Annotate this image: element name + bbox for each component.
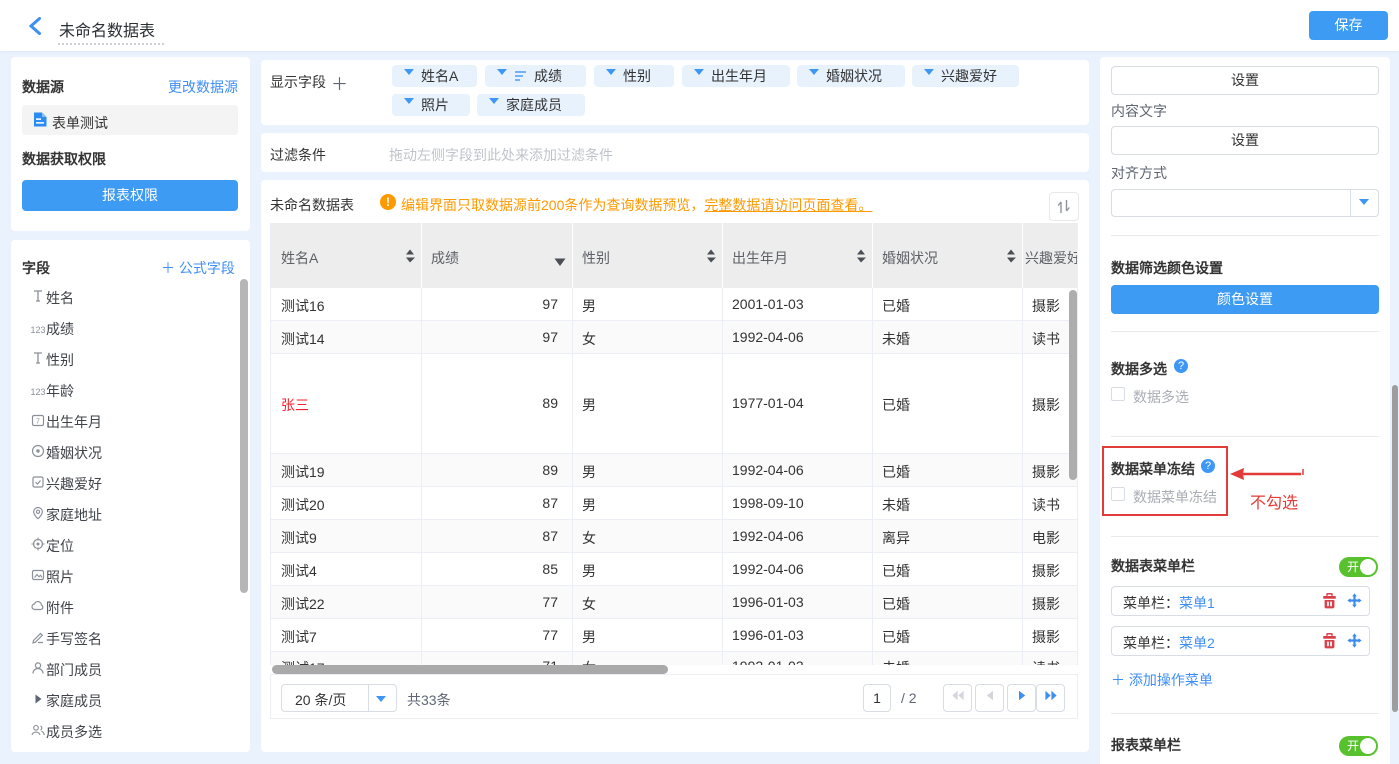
svg-text:7: 7 — [36, 419, 40, 426]
